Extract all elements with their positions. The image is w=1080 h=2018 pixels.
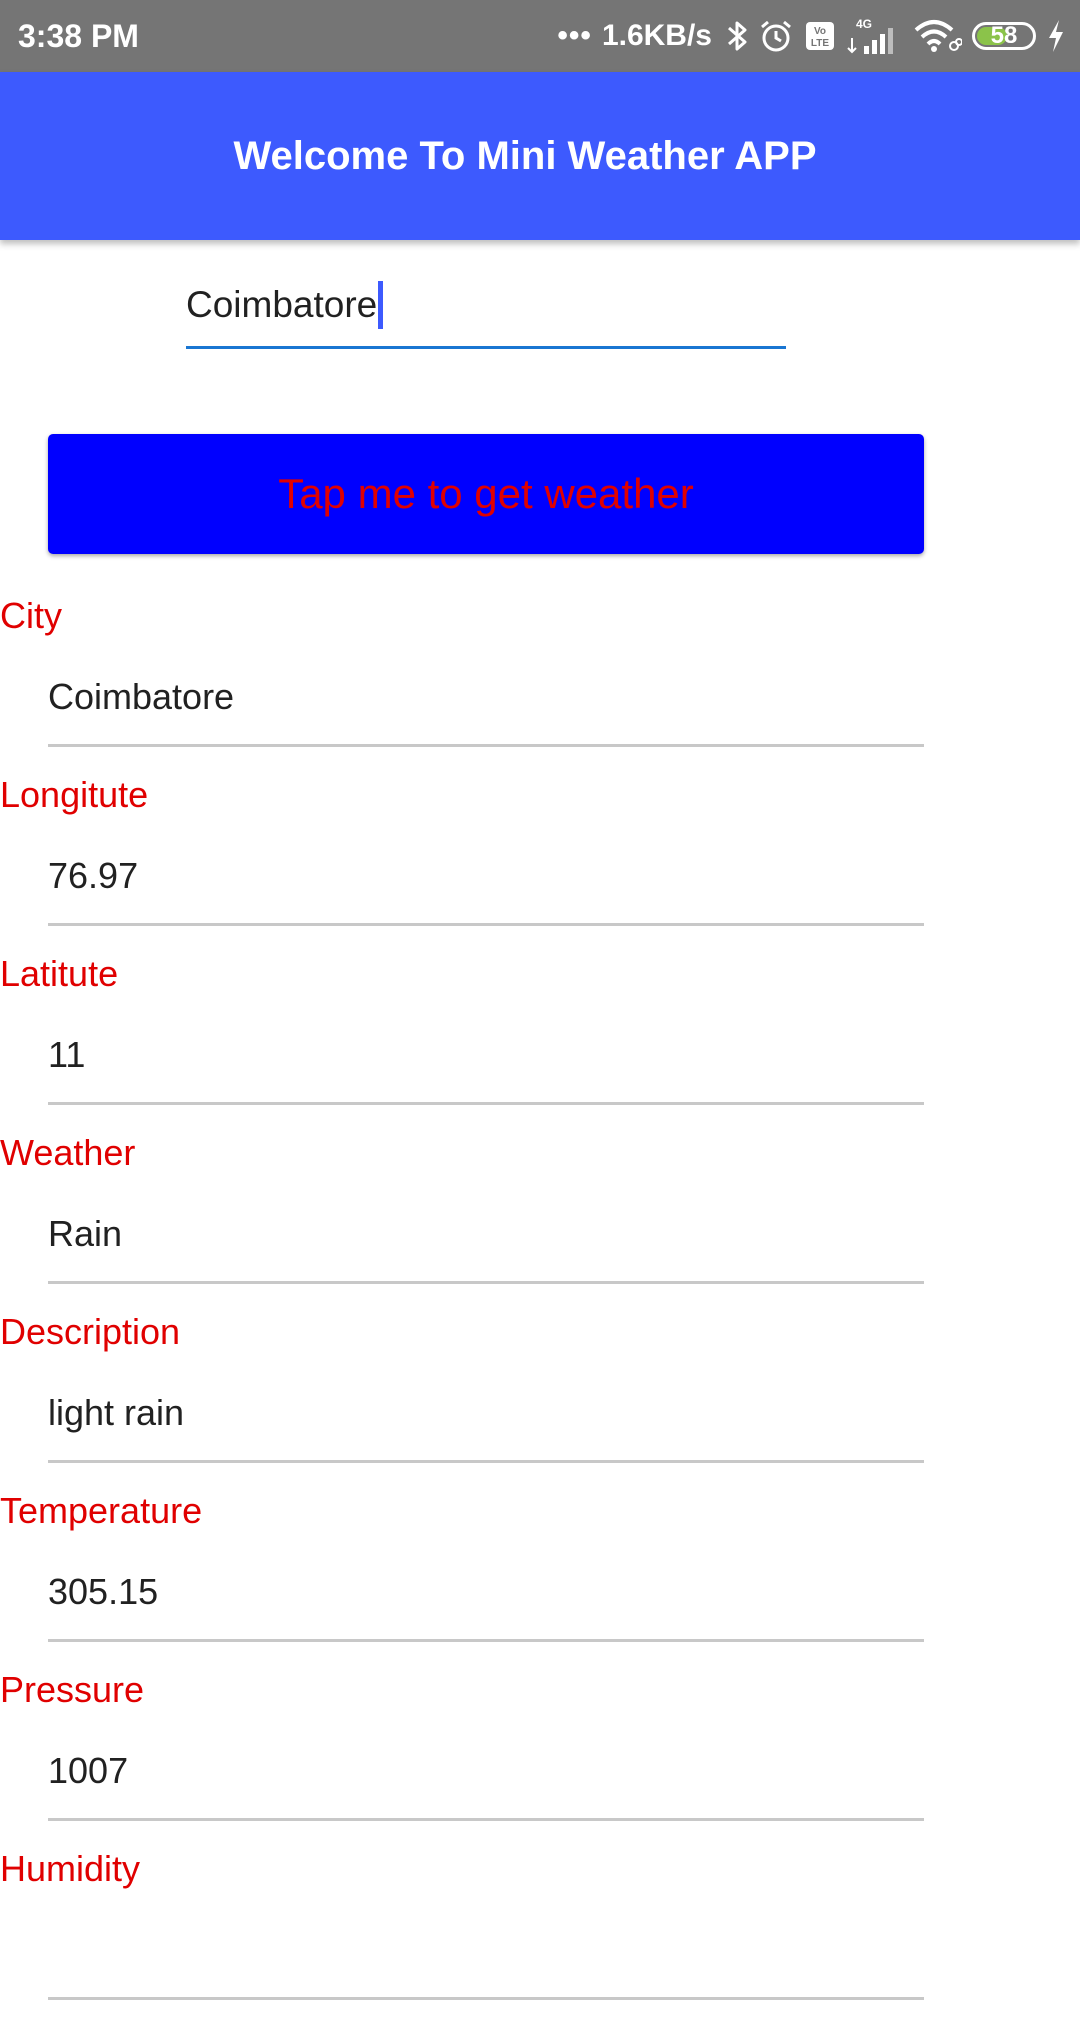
network-speed: 1.6KB/s [601, 19, 712, 52]
field-value: 305.15 [48, 1571, 159, 1612]
field-description: Description light rain [0, 1302, 1080, 1481]
field-humidity: Humidity [0, 1839, 1080, 2018]
wifi-icon [912, 18, 962, 54]
field-value: Coimbatore [48, 676, 235, 717]
volte-icon: Vo LTE [804, 20, 836, 52]
bluetooth-icon [726, 18, 748, 54]
field-input[interactable]: 76.97 [48, 835, 924, 926]
field-label: City [0, 595, 62, 636]
field-weather: Weather Rain [0, 1123, 1080, 1302]
get-weather-button[interactable]: Tap me to get weather [48, 434, 924, 554]
field-value: Rain [48, 1213, 123, 1254]
app-title: Welcome To Mini Weather APP [233, 133, 817, 178]
city-search-value: Coimbatore [186, 284, 378, 325]
field-label: Temperature [0, 1490, 203, 1531]
field-input[interactable]: light rain [48, 1372, 924, 1463]
alarm-icon [758, 18, 794, 54]
field-longitude: Longitute 76.97 [0, 765, 1080, 944]
field-label: Longitute [0, 774, 149, 815]
more-notifications-icon: ••• [557, 19, 592, 52]
field-value: 11 [48, 1034, 86, 1075]
svg-text:Vo: Vo [814, 26, 826, 37]
field-pressure: Pressure 1007 [0, 1660, 1080, 1839]
field-label: Humidity [0, 1848, 141, 1889]
svg-text:LTE: LTE [811, 38, 829, 49]
field-label: Latitute [0, 953, 119, 994]
field-latitude: Latitute 11 [0, 944, 1080, 1123]
field-temperature: Temperature 305.15 [0, 1481, 1080, 1660]
status-bar: 3:38 PM ••• 1.6KB/s Vo LTE 4G 58 [0, 0, 1080, 72]
field-input[interactable] [48, 1909, 924, 2000]
field-input[interactable]: 1007 [48, 1730, 924, 1821]
status-time: 3:38 PM [18, 18, 139, 54]
field-input[interactable]: 11 [48, 1014, 924, 1105]
field-input[interactable]: Coimbatore [48, 656, 924, 747]
field-city: City Coimbatore [0, 586, 1080, 765]
field-input[interactable]: 305.15 [48, 1551, 924, 1642]
status-icons: ••• 1.6KB/s Vo LTE 4G 58 [557, 12, 1066, 60]
svg-text:4G: 4G [856, 17, 872, 31]
field-value: 76.97 [48, 855, 139, 896]
text-cursor [378, 281, 384, 329]
field-label: Description [0, 1311, 181, 1352]
charging-icon [1046, 18, 1066, 54]
field-input[interactable]: Rain [48, 1193, 924, 1284]
app-bar: Welcome To Mini Weather APP [0, 72, 1080, 240]
battery-icon: 58 [972, 22, 1036, 50]
field-value: light rain [48, 1392, 185, 1433]
weather-fields: City Coimbatore Longitute 76.97 Latitute… [0, 586, 1080, 2018]
field-label: Pressure [0, 1669, 145, 1710]
signal-4g-icon: 4G [846, 16, 902, 56]
field-label: Weather [0, 1132, 136, 1173]
city-search-field[interactable]: Coimbatore [186, 281, 384, 329]
city-search-input[interactable]: Coimbatore [186, 270, 786, 349]
battery-level: 58 [990, 22, 1018, 49]
field-value: 1007 [48, 1750, 129, 1791]
